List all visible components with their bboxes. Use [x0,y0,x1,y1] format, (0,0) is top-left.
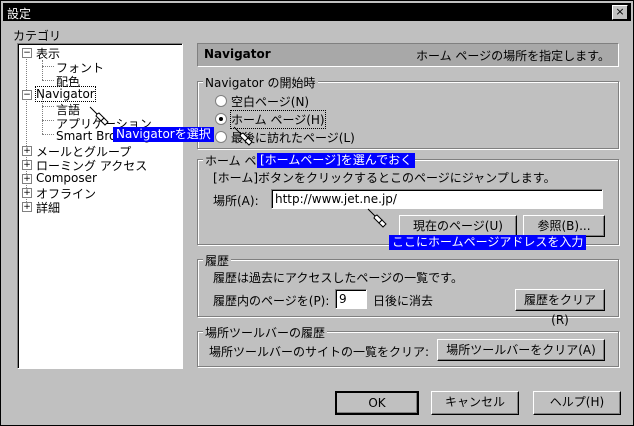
expand-icon[interactable]: + [22,202,32,212]
locbar-description: 場所ツールバーのサイトの一覧をクリア: [209,345,430,359]
help-button[interactable]: ヘルプ(H) [533,391,621,415]
expand-icon[interactable]: + [22,188,32,198]
tree-line [26,54,27,208]
collapse-icon[interactable]: − [22,90,32,100]
panel-description: ホーム ページの場所を指定します。 [415,49,610,63]
hand-pointer-icon [367,208,387,228]
settings-dialog: 設定 × カテゴリ − 表示 フォント 配色 − Navigator 言語 アプ… [0,0,634,426]
use-current-page-button[interactable]: 現在のページ(U) [399,215,517,237]
history-legend: 履歴 [203,252,232,269]
tree-line [42,80,54,81]
tree-item-navigator[interactable]: Navigator [35,86,96,102]
tree-line [42,134,54,135]
radio-blank-page[interactable] [215,95,227,107]
title-bar: 設定 × [3,3,631,21]
hand-pointer-icon [233,126,253,146]
history-expire-label: 履歴内のページを(P): [213,294,330,308]
callout-choose-homepage: [ホームページ]を選んでおく [257,153,416,168]
tree-line [42,120,54,121]
tree-line [42,98,43,134]
category-label: カテゴリ [13,29,62,43]
browse-button[interactable]: 参照(B)... [523,215,605,237]
callout-enter-url: ここにホームページアドレスを入力 [389,235,587,250]
close-button[interactable]: × [612,5,628,20]
cancel-button[interactable]: キャンセル [431,391,519,415]
expand-icon[interactable]: + [22,146,32,156]
expand-icon[interactable]: + [22,160,32,170]
history-days-suffix: 日後に消去 [373,294,434,308]
radio-last-page[interactable] [215,131,227,143]
history-description: 履歴は過去にアクセスしたページの一覧です。 [213,271,463,285]
tree-item-advanced[interactable]: 詳細 [36,199,60,216]
tree-line [42,106,54,107]
tree-line [42,66,54,67]
location-label: 場所(A): [213,194,259,208]
homepage-description: [ホーム]ボタンをクリックするとこのページにジャンプします。 [213,171,556,185]
panel-title: Navigator [204,47,271,61]
startup-legend: Navigator の開始時 [203,74,318,91]
radio-home-page[interactable] [215,113,227,125]
tree-line [42,60,43,80]
ok-button[interactable]: OK [335,391,419,415]
category-tree: − 表示 フォント 配色 − Navigator 言語 アプリケーション Sma… [17,43,183,369]
radio-blank-label[interactable]: 空白ページ(N) [231,93,309,110]
expand-icon[interactable]: + [22,174,32,184]
collapse-icon[interactable]: − [22,48,32,58]
history-days-input[interactable]: 9 [335,289,367,309]
homepage-url-input[interactable]: http://www.jet.ne.jp/ [271,189,603,209]
hand-pointer-icon [89,106,109,126]
window-title: 設定 [7,7,32,21]
callout-select-navigator: Navigatorを選択 [113,127,214,142]
tree-item-composer[interactable]: Composer [36,171,97,185]
clear-locbar-button[interactable]: 場所ツールバーをクリア(A) [437,339,605,361]
locbar-legend: 場所ツールバーの履歴 [203,324,328,341]
clear-history-button[interactable]: 履歴をクリア(R) [515,289,605,327]
panel-header: Navigator ホーム ページの場所を指定します。 [197,43,619,67]
